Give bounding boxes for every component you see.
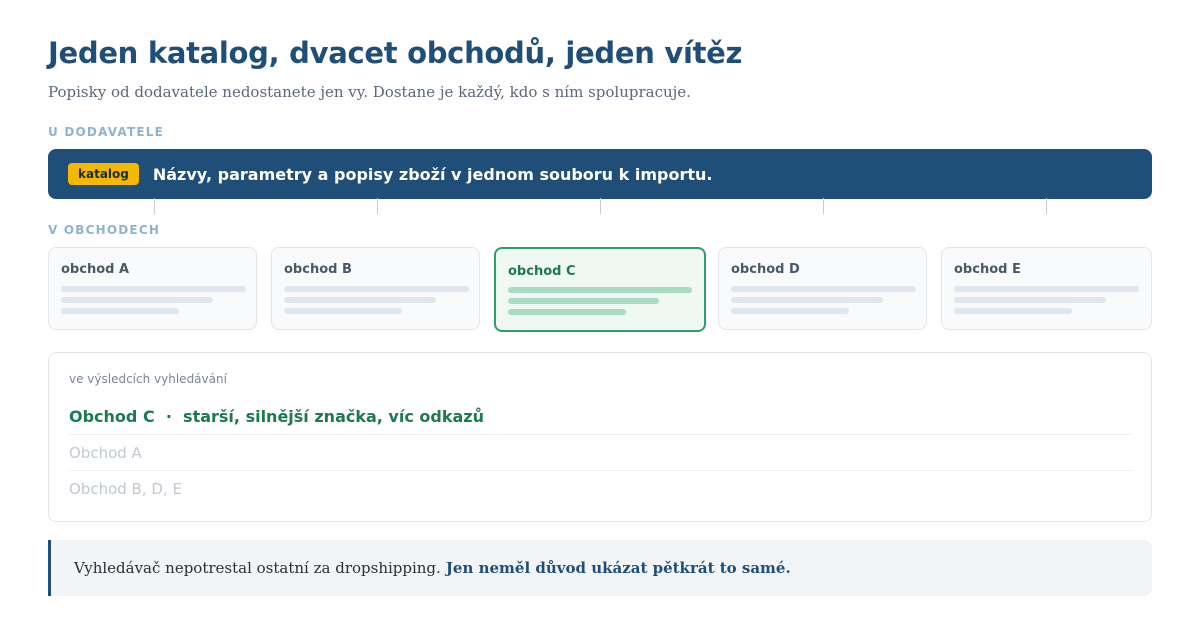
placeholder-line <box>284 297 436 303</box>
shop-card-b: obchod B <box>271 247 480 330</box>
placeholder-line <box>954 308 1072 314</box>
catalog-badge: katalog <box>68 163 139 185</box>
placeholder-line <box>61 297 213 303</box>
connector-line <box>377 198 378 214</box>
placeholder-line <box>508 287 692 293</box>
shop-card-a: obchod A <box>48 247 257 330</box>
shop-name: obchod E <box>954 262 1021 277</box>
connector-line <box>823 198 824 214</box>
connector-line <box>1046 198 1047 214</box>
placeholder-line <box>284 308 402 314</box>
placeholder-line <box>61 286 246 292</box>
catalog-description: Názvy, parametry a popisy zboží v jednom… <box>152 164 713 184</box>
supplier-catalog-bar: katalog Názvy, parametry a popisy zboží … <box>48 149 1152 199</box>
placeholder-line <box>731 297 883 303</box>
shop-card-e: obchod E <box>941 247 1152 330</box>
placeholder-line <box>731 308 849 314</box>
placeholder-line <box>954 286 1139 292</box>
conclusion-callout: Vyhledávač nepotrestal ostatní za dropsh… <box>48 540 1152 596</box>
shop-cards: obchod A obchod B obchod C obchod D obch… <box>48 247 1152 332</box>
result-divider <box>69 434 1132 435</box>
search-results-label: ve výsledcích vyhledávání <box>69 372 227 386</box>
shop-card-d: obchod D <box>718 247 927 330</box>
supplier-section-label: U DODAVATELE <box>48 125 164 139</box>
connector-line <box>600 198 601 214</box>
shop-name: obchod B <box>284 262 352 277</box>
placeholder-line <box>508 298 659 304</box>
shops-section-label: V OBCHODECH <box>48 223 161 237</box>
search-result-row: Obchod A <box>69 444 142 462</box>
shop-name: obchod C <box>508 264 576 279</box>
search-results-panel: ve výsledcích vyhledávání Obchod C · sta… <box>48 352 1152 522</box>
placeholder-line <box>284 286 469 292</box>
search-result-winner: Obchod C · starší, silnější značka, víc … <box>69 407 484 426</box>
placeholder-line <box>508 309 626 315</box>
page-subtitle: Popisky od dodavatele nedostanete jen vy… <box>48 83 691 101</box>
connector-line <box>154 198 155 214</box>
shop-name: obchod D <box>731 262 800 277</box>
result-divider <box>69 470 1132 471</box>
placeholder-line <box>954 297 1106 303</box>
page-title: Jeden katalog, dvacet obchodů, jeden vít… <box>48 36 743 70</box>
placeholder-line <box>61 308 179 314</box>
callout-text: Vyhledávač nepotrestal ostatní za dropsh… <box>74 559 441 577</box>
placeholder-line <box>731 286 916 292</box>
shop-name: obchod A <box>61 262 130 277</box>
search-result-row: Obchod B, D, E <box>69 480 182 498</box>
callout-emphasis: Jen neměl důvod ukázat pětkrát to samé. <box>445 559 791 577</box>
shop-card-c-highlighted: obchod C <box>494 247 706 332</box>
